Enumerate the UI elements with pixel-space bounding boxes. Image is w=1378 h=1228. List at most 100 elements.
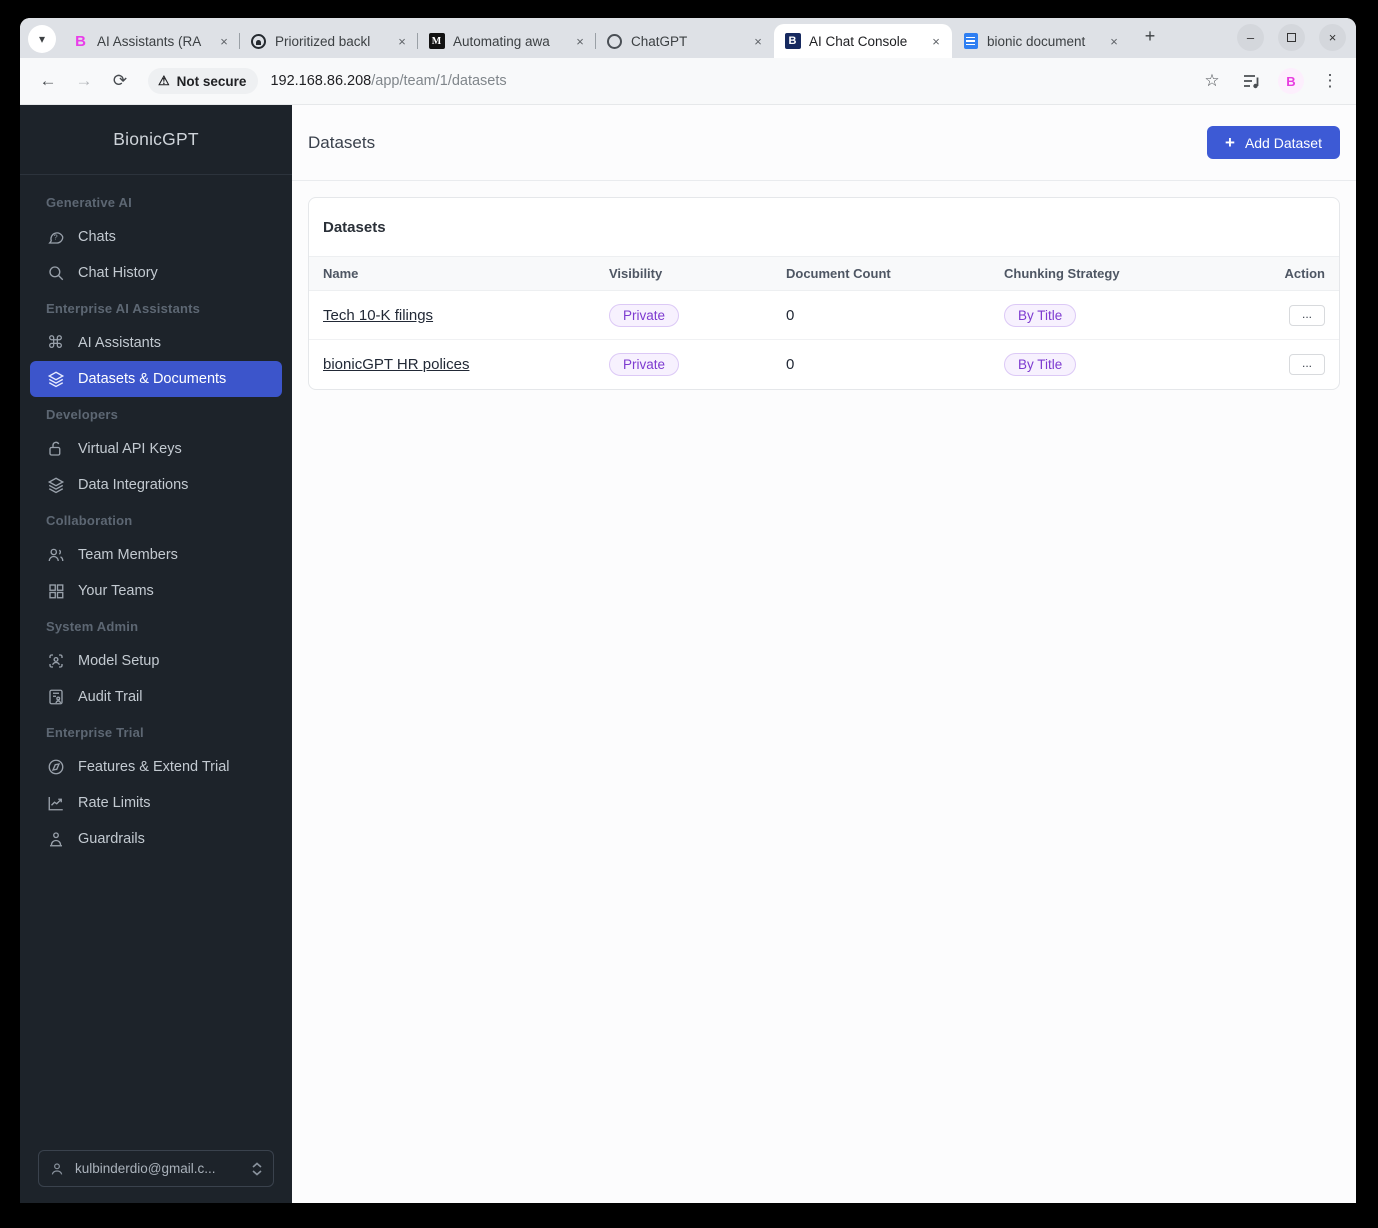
visibility-badge: Private (609, 352, 680, 376)
sidebar-item-datasets-documents[interactable]: Datasets & Documents (30, 361, 282, 397)
sidebar-item-team-members[interactable]: Team Members (30, 537, 282, 573)
table-header-row: Name Visibility Document Count Chunking … (309, 256, 1339, 291)
user-account-selector[interactable]: kulbinderdio@gmail.c... (38, 1150, 274, 1187)
reload-button[interactable]: ⟳ (104, 65, 136, 97)
browser-menu-icon[interactable]: ⋮ (1316, 67, 1344, 95)
browser-toolbar: ← → ⟳ ⚠ Not secure 192.168.86.208/app/te… (20, 58, 1356, 105)
tab-ai-chat-console-active[interactable]: B AI Chat Console × (774, 24, 952, 58)
tab-prioritized-backlog[interactable]: Prioritized backl × (239, 24, 418, 58)
bionicgpt-extension-icon[interactable]: B (1278, 68, 1304, 94)
add-dataset-button[interactable]: + Add Dataset (1207, 126, 1340, 159)
tab-label: AI Assistants (RA (97, 33, 202, 49)
tab-close-icon[interactable]: × (1106, 33, 1122, 49)
sidebar-item-label: Your Teams (78, 583, 154, 599)
row-actions-button[interactable]: ... (1288, 353, 1325, 375)
sidebar-item-chat-history[interactable]: Chat History (30, 255, 282, 291)
scan-face-icon (46, 652, 65, 671)
sidebar-item-ai-assistants[interactable]: ⌘ AI Assistants (30, 325, 282, 361)
column-header-chunking-strategy: Chunking Strategy (1004, 256, 1259, 291)
tab-strip: ▾ B AI Assistants (RA × Prioritized back… (20, 18, 1356, 58)
sidebar-item-label: Chats (78, 229, 116, 245)
section-enterprise-trial: Enterprise Trial (46, 725, 144, 740)
datasets-table: Name Visibility Document Count Chunking … (309, 256, 1339, 389)
close-button[interactable]: × (1319, 24, 1346, 51)
chat-bubble-icon: ? (46, 228, 65, 247)
tab-automating[interactable]: M Automating awa × (417, 24, 596, 58)
tab-chatgpt[interactable]: ChatGPT × (595, 24, 774, 58)
column-header-name: Name (309, 256, 609, 291)
sidebar-item-rate-limits[interactable]: Rate Limits (30, 785, 282, 821)
browser-window: ▾ B AI Assistants (RA × Prioritized back… (20, 18, 1356, 1203)
add-dataset-label: Add Dataset (1244, 134, 1322, 151)
unlock-icon (46, 440, 65, 459)
section-developers: Developers (46, 407, 119, 422)
maximize-button[interactable] (1278, 24, 1305, 51)
bionicgpt-pink-favicon: B (75, 32, 86, 50)
section-system-admin: System Admin (46, 619, 139, 634)
trend-chart-icon (46, 794, 65, 813)
brand-title: BionicGPT (20, 105, 292, 175)
sidebar-item-features-extend-trial[interactable]: Features & Extend Trial (30, 749, 282, 785)
chunking-strategy-badge: By Title (1004, 303, 1077, 327)
new-tab-button[interactable]: + (1136, 22, 1164, 50)
sidebar-item-label: Team Members (78, 547, 178, 563)
sidebar-item-label: Virtual API Keys (78, 441, 182, 457)
url-host: 192.168.86.208 (270, 73, 372, 89)
sidebar-item-model-setup[interactable]: Model Setup (30, 643, 282, 679)
tab-label: bionic document (987, 33, 1086, 49)
tab-search-button[interactable]: ▾ (28, 25, 56, 53)
plus-icon: + (1225, 132, 1235, 152)
sidebar-item-label: Data Integrations (78, 477, 189, 493)
bionicgpt-navy-favicon: B (784, 33, 801, 50)
security-chip[interactable]: ⚠ Not secure (148, 68, 259, 94)
tab-label: ChatGPT (631, 33, 688, 49)
user-email: kulbinderdio@gmail.c... (75, 1161, 216, 1176)
sidebar-item-label: Rate Limits (78, 795, 151, 811)
user-icon (49, 1161, 65, 1177)
sidebar-item-label: Guardrails (78, 831, 145, 847)
dataset-link[interactable]: bionicGPT HR polices (323, 356, 469, 373)
toolbar-right-icons: ☆ B ⋮ (1198, 67, 1344, 95)
column-header-action: Action (1259, 256, 1339, 291)
page-title: Datasets (308, 132, 376, 152)
chatgpt-favicon (606, 33, 623, 50)
row-actions-button[interactable]: ... (1288, 304, 1325, 326)
dataset-link[interactable]: Tech 10-K filings (323, 307, 433, 324)
minimize-button[interactable]: – (1237, 24, 1264, 51)
table-row: bionicGPT HR polices Private 0 By Title … (309, 340, 1339, 389)
sidebar-item-your-teams[interactable]: Your Teams (30, 573, 282, 609)
warning-icon: ⚠ (158, 73, 170, 88)
sidebar-item-guardrails[interactable]: Guardrails (30, 821, 282, 857)
document-count: 0 (786, 290, 1004, 340)
tab-close-icon[interactable]: × (572, 33, 588, 49)
tab-close-icon[interactable]: × (394, 33, 410, 49)
google-docs-favicon (962, 33, 979, 50)
tab-close-icon[interactable]: × (928, 33, 944, 49)
github-favicon (250, 33, 267, 50)
document-count: 0 (786, 355, 795, 373)
sidebar-item-chats[interactable]: ? Chats (30, 219, 282, 255)
tab-close-icon[interactable]: × (216, 33, 232, 49)
datasets-card: Datasets Name Visibility Document Count … (308, 197, 1340, 390)
url-bar[interactable]: 192.168.86.208/app/team/1/datasets (270, 73, 1194, 89)
sidebar-menu: Generative AI ? Chats Chat History Enter… (20, 175, 292, 1150)
back-button[interactable]: ← (32, 65, 64, 97)
sidebar-item-audit-trail[interactable]: Audit Trail (30, 679, 282, 715)
tab-bionic-documents[interactable]: bionic document × (952, 24, 1130, 58)
bookmark-star-icon[interactable]: ☆ (1198, 67, 1226, 95)
sidebar-item-data-integrations[interactable]: Data Integrations (30, 467, 282, 503)
media-controls-icon[interactable] (1238, 67, 1266, 95)
card-title: Datasets (323, 219, 386, 236)
sidebar-item-virtual-api-keys[interactable]: Virtual API Keys (30, 431, 282, 467)
compass-icon (46, 758, 65, 777)
tab-label: Automating awa (453, 33, 550, 49)
sidebar-item-label: AI Assistants (78, 335, 162, 351)
sidebar-item-label: Audit Trail (78, 689, 143, 705)
sidebar-item-label: Chat History (78, 265, 158, 281)
section-generative-ai: Generative AI (46, 195, 132, 210)
tab-ai-assistants[interactable]: B AI Assistants (RA × (62, 24, 240, 58)
forward-button[interactable]: → (68, 65, 100, 97)
sidebar-item-label: Model Setup (78, 653, 160, 669)
tab-close-icon[interactable]: × (750, 33, 766, 49)
sidebar: BionicGPT Generative AI ? Chats Chat His… (20, 105, 292, 1203)
